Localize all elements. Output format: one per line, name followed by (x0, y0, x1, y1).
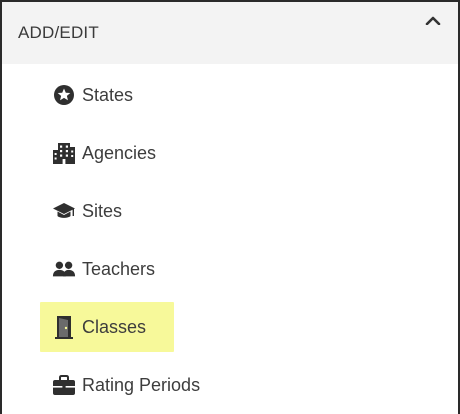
building-icon (52, 141, 76, 165)
add-edit-panel: ADD/EDIT States Agencies Sites Teachers … (0, 0, 460, 414)
add-edit-menu: States Agencies Sites Teachers Classes R… (2, 64, 458, 412)
menu-item-label: Rating Periods (82, 374, 201, 395)
menu-item-label: Sites (82, 200, 123, 221)
briefcase-icon (52, 373, 76, 397)
panel-title: ADD/EDIT (18, 23, 99, 42)
menu-item-rating-periods[interactable]: Rating Periods (40, 360, 210, 410)
menu-item-label: States (82, 84, 134, 105)
menu-item-label: Agencies (82, 142, 157, 163)
menu-item-agencies[interactable]: Agencies (40, 128, 166, 178)
graduation-cap-icon (52, 199, 76, 223)
menu-item-sites[interactable]: Sites (40, 186, 132, 236)
star-circle-icon (52, 83, 76, 107)
collapse-button[interactable] (420, 8, 446, 32)
people-icon (52, 257, 76, 281)
menu-item-classes[interactable]: Classes (40, 302, 174, 352)
menu-item-label: Teachers (82, 258, 156, 279)
menu-item-states[interactable]: States (40, 70, 143, 120)
menu-item-teachers[interactable]: Teachers (40, 244, 165, 294)
chevron-up-icon (425, 16, 441, 25)
door-icon (52, 315, 76, 339)
panel-header[interactable]: ADD/EDIT (2, 2, 458, 65)
menu-item-label: Classes (82, 316, 147, 337)
